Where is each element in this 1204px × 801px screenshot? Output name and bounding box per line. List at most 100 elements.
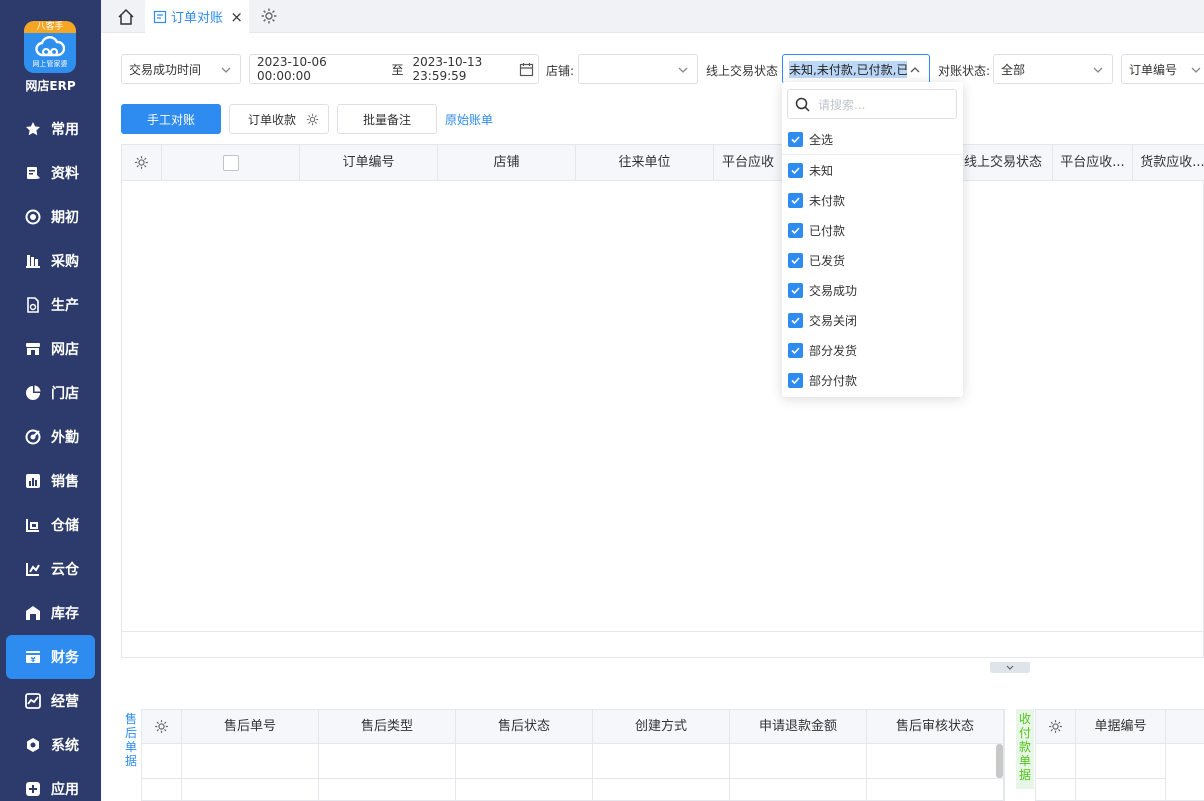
dropdown-option[interactable]: 已付款 [782,215,963,245]
sidebar-item-finance[interactable]: ¥ 财务 [6,635,95,679]
gear-icon[interactable] [259,6,279,26]
chevron-down-icon [1191,67,1201,73]
option-label: 已付款 [809,223,846,238]
table-cell [730,744,867,779]
online-status-value: 未知,未付款,已付款,已 [789,60,907,78]
scrollbar-thumb[interactable] [996,744,1003,778]
time-type-select[interactable]: 交易成功时间 [121,54,241,84]
original-bill-link[interactable]: 原始账单 [445,111,493,128]
chevron-down-icon [221,67,231,73]
sidebar-item-inventory[interactable]: 库存 [0,591,101,635]
tab-label: 订单对账 [171,11,224,26]
gear-icon[interactable] [1047,718,1064,735]
tab-order-reconciliation[interactable]: 订单对账 × [145,0,249,33]
column-counterparty[interactable]: 往来单位 [576,145,714,181]
sidebar-item-cloud-warehouse[interactable]: 云仓 [0,547,101,591]
sidebar-item-label: 采购 [51,254,79,270]
gear-icon[interactable] [133,154,150,171]
dropdown-option[interactable]: 未知 [782,155,963,185]
column-settings[interactable] [122,145,162,181]
home-button[interactable] [115,6,137,28]
column-after-sales-type[interactable]: 售后类型 [319,710,456,744]
dropdown-option[interactable]: 已发货 [782,245,963,275]
select-all-checkbox[interactable] [222,154,239,171]
column-after-sales-status[interactable]: 售后状态 [456,710,593,744]
column-doc-no[interactable]: 单据编号 [1076,710,1166,744]
column-refund-amount[interactable]: 申请退款金额 [730,710,867,744]
date-range-picker[interactable]: 2023-10-06 00:00:00 至 2023-10-13 23:59:5… [249,54,539,84]
online-status-select[interactable]: 未知,未付款,已付款,已 [782,54,930,84]
inventory-icon [24,604,42,622]
dropdown-search-input[interactable]: 请搜索... [787,89,957,119]
table-cell [456,744,593,779]
column-platform-receivable-2[interactable]: 平台应收... [1053,145,1133,181]
sidebar-item-favorites[interactable]: 常用 [0,107,101,151]
column-after-sales-no[interactable]: 售后单号 [182,710,319,744]
logo-band-text: 八客手 [24,21,76,33]
search-field-select[interactable]: 订单编号 [1121,54,1204,84]
dropdown-option[interactable]: 部分付款 [782,365,963,395]
manual-recon-button[interactable]: 手工对账 [121,104,221,134]
column-after-sales-audit-status[interactable]: 售后审核状态 [867,710,1004,744]
table-cell [1076,744,1166,779]
svg-text:¥: ¥ [31,656,36,664]
receipts-side-label: 收付款单据 [1016,709,1034,789]
calendar-icon[interactable] [519,62,534,77]
checkbox-checked-icon [788,342,803,358]
batch-note-button[interactable]: 批量备注 [337,104,437,134]
dropdown-option[interactable]: 交易成功 [782,275,963,305]
sidebar-item-system[interactable]: 系统 [0,723,101,767]
option-label: 未付款 [809,193,846,208]
order-table: 订单编号 店铺 往来单位 平台应收 线上交易状态 平台应收... 货款应收... [121,144,1204,658]
sidebar-item-retail-store[interactable]: 门店 [0,371,101,415]
column-creation-method[interactable]: 创建方式 [593,710,730,744]
app-logo[interactable]: 八客手 网上管家婆 [24,21,76,73]
bar-chart-icon [24,472,42,490]
date-separator: 至 [391,62,404,77]
recon-status-value: 全部 [1001,62,1026,77]
sidebar-item-label: 资料 [51,166,79,182]
sidebar-item-warehouse[interactable]: 仓储 [0,503,101,547]
order-receipt-button[interactable]: 订单收款 [229,104,329,134]
recon-status-select[interactable]: 全部 [993,54,1113,84]
sidebar-item-apps[interactable]: 应用 [0,767,101,801]
sidebar-item-sales[interactable]: 销售 [0,459,101,503]
date-start: 2023-10-06 00:00:00 [257,55,327,83]
sidebar-item-opening[interactable]: 期初 [0,195,101,239]
collapse-handle[interactable] [990,662,1030,673]
receipts-column-settings[interactable] [1036,710,1076,744]
sidebar-item-purchase[interactable]: 采购 [0,239,101,283]
checkbox-checked-icon [788,312,803,328]
table-cell [142,744,182,779]
sidebar-item-data[interactable]: 资料 [0,151,101,195]
table-cell [1036,779,1076,801]
dropdown-option[interactable]: 交易关闭 [782,305,963,335]
sidebar-item-field-work[interactable]: 外勤 [0,415,101,459]
dropdown-option[interactable]: 部分发货 [782,335,963,365]
table-cell [182,779,319,801]
checkbox-checked-icon [788,282,803,298]
sidebar-item-label: 仓储 [51,518,79,534]
table-cell [1036,744,1076,779]
chevron-down-icon [678,67,688,73]
target-icon [24,208,42,226]
after-sales-column-settings[interactable] [142,710,182,744]
sidebar-item-label: 外勤 [51,430,79,446]
column-order-no[interactable]: 订单编号 [300,145,438,181]
table-cell [142,779,182,801]
column-shop[interactable]: 店铺 [438,145,576,181]
dropdown-option[interactable]: 未付款 [782,185,963,215]
option-label: 全选 [809,132,834,147]
column-payment-receivable[interactable]: 货款应收... [1133,145,1204,181]
close-icon[interactable]: × [230,8,243,26]
sidebar-item-label: 销售 [51,474,79,490]
dropdown-option-select-all[interactable]: 全选 [782,124,963,154]
shop-select[interactable] [578,54,698,84]
sidebar-item-production[interactable]: 生产 [0,283,101,327]
table-cell [730,779,867,801]
table-cell [319,744,456,779]
sidebar-item-operations[interactable]: 经营 [0,679,101,723]
gear-icon[interactable] [305,112,320,127]
sidebar-item-online-store[interactable]: 网店 [0,327,101,371]
gear-icon[interactable] [153,718,170,735]
